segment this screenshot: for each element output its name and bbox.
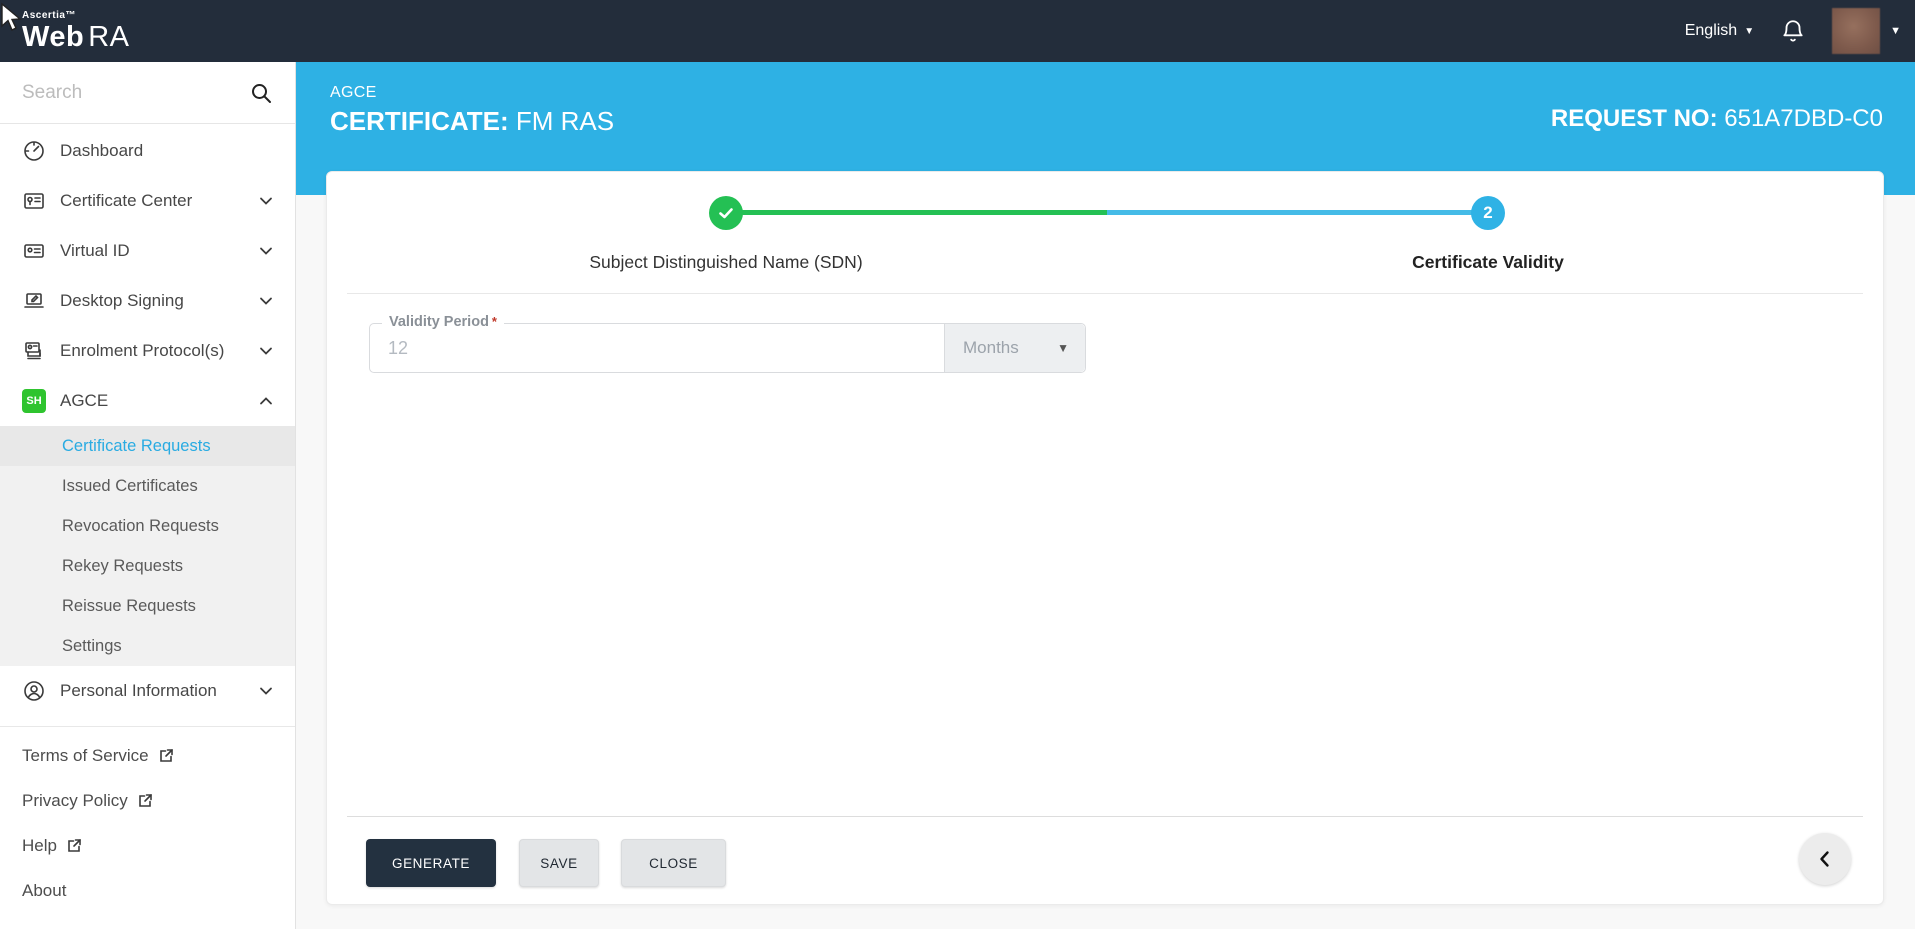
chevron-down-icon bbox=[260, 297, 272, 305]
generate-button[interactable]: GENERATE bbox=[366, 839, 496, 887]
check-icon bbox=[719, 208, 733, 219]
search-icon[interactable] bbox=[249, 81, 273, 105]
step-2-label: Certificate Validity bbox=[1412, 252, 1564, 272]
submenu-item-certificate-requests[interactable]: Certificate Requests bbox=[0, 426, 295, 466]
close-button[interactable]: CLOSE bbox=[621, 839, 726, 887]
request-number: REQUEST NO: 651A7DBD-C0 bbox=[1550, 105, 1883, 132]
page-title: CERTIFICATE: FM RAS bbox=[330, 106, 615, 136]
sidebar-search bbox=[0, 62, 295, 124]
virtual-id-icon bbox=[24, 244, 44, 258]
wizard-card: 2 Subject Distinguished Name (SDN) Certi… bbox=[326, 171, 1884, 905]
chevron-down-icon: ▼ bbox=[1890, 25, 1901, 37]
validity-period-field: Validity Period* Months ▼ bbox=[369, 314, 1086, 373]
sidebar-item-label: Virtual ID bbox=[60, 241, 130, 260]
validity-unit-value: Months bbox=[963, 338, 1019, 357]
stepper-connector-upcoming bbox=[1107, 210, 1488, 215]
dashboard-icon bbox=[24, 141, 44, 161]
main-content: AGCE CERTIFICATE: FM RAS REQUEST NO: 651… bbox=[296, 62, 1915, 929]
language-label: English bbox=[1684, 22, 1738, 39]
header-app-label: AGCE bbox=[330, 84, 377, 101]
sidebar-item-agce[interactable]: SH AGCE bbox=[0, 376, 295, 426]
chevron-down-icon bbox=[260, 197, 272, 205]
user-avatar[interactable] bbox=[1832, 8, 1881, 54]
sidebar-item-label: Personal Information bbox=[60, 681, 217, 700]
sidebar-divider bbox=[0, 726, 295, 727]
validity-period-label: Validity Period * bbox=[382, 314, 504, 330]
validity-period-input[interactable] bbox=[370, 324, 944, 372]
desktop-signing-icon bbox=[24, 293, 44, 308]
link-help[interactable]: Help bbox=[0, 823, 295, 868]
enrolment-protocols-icon bbox=[25, 342, 41, 360]
submenu-item-settings[interactable]: Settings bbox=[0, 626, 295, 666]
back-step-button[interactable] bbox=[1799, 833, 1851, 885]
sidebar-item-virtual-id[interactable]: Virtual ID bbox=[0, 226, 295, 276]
sidebar-item-enrolment-protocols[interactable]: Enrolment Protocol(s) bbox=[0, 326, 295, 376]
webra-app: Ascertia™ Web RA English ▼ ▼ Search Dash… bbox=[0, 0, 1915, 929]
sidebar-item-label: Enrolment Protocol(s) bbox=[60, 341, 225, 360]
user-menu[interactable]: ▼ bbox=[1832, 8, 1901, 54]
link-terms-of-service[interactable]: Terms of Service bbox=[0, 733, 295, 778]
sidebar-item-personal-information[interactable]: Personal Information bbox=[0, 666, 295, 716]
step-1-label: Subject Distinguished Name (SDN) bbox=[589, 252, 863, 272]
personal-information-icon bbox=[24, 681, 44, 701]
required-asterisk: * bbox=[491, 314, 497, 329]
chevron-down-icon bbox=[260, 247, 272, 255]
actions-divider bbox=[347, 816, 1863, 817]
top-bar: Ascertia™ Web RA English ▼ ▼ bbox=[0, 0, 1915, 62]
sidebar-item-label: AGCE bbox=[60, 391, 109, 410]
actions-bar: GENERATE SAVE CLOSE bbox=[366, 839, 726, 887]
chevron-down-icon: ▼ bbox=[1744, 25, 1755, 37]
chevron-down-icon bbox=[260, 687, 272, 695]
webra-logo[interactable]: Ascertia™ Web RA bbox=[22, 9, 130, 53]
chevron-up-icon bbox=[260, 397, 272, 405]
step-2-indicator[interactable]: 2 bbox=[1471, 196, 1505, 230]
webra-brand: Web RA bbox=[22, 20, 130, 53]
sidebar: Dashboard Certificate Center Virtual ID bbox=[0, 62, 296, 929]
external-link-icon bbox=[68, 839, 81, 852]
chevron-left-icon bbox=[1820, 851, 1829, 867]
submenu-item-issued-certificates[interactable]: Issued Certificates bbox=[0, 466, 295, 506]
mouse-cursor-icon bbox=[1, 2, 22, 31]
save-button[interactable]: SAVE bbox=[519, 839, 599, 887]
sidebar-item-desktop-signing[interactable]: Desktop Signing bbox=[0, 276, 295, 326]
notification-bell-icon[interactable] bbox=[1780, 18, 1806, 44]
validity-unit-dropdown[interactable]: Months ▼ bbox=[944, 324, 1085, 372]
certificate-center-icon bbox=[24, 193, 44, 209]
external-link-icon bbox=[159, 749, 173, 762]
chevron-down-icon bbox=[260, 347, 272, 355]
stepper-connector-complete bbox=[726, 210, 1107, 215]
dropdown-caret-icon: ▼ bbox=[1057, 341, 1069, 355]
submenu-item-revocation-requests[interactable]: Revocation Requests bbox=[0, 506, 295, 546]
sidebar-item-label: Dashboard bbox=[60, 141, 144, 160]
link-about[interactable]: About bbox=[0, 868, 295, 913]
stepper-divider bbox=[347, 293, 1863, 294]
agce-submenu: Certificate Requests Issued Certificates… bbox=[0, 426, 295, 666]
sidebar-item-dashboard[interactable]: Dashboard bbox=[0, 126, 295, 176]
external-link-icon bbox=[139, 794, 152, 807]
agce-sh-badge: SH bbox=[22, 389, 46, 413]
ascertia-brand: Ascertia™ bbox=[22, 9, 76, 21]
sidebar-item-label: Desktop Signing bbox=[60, 291, 184, 310]
sidebar-item-label: Certificate Center bbox=[60, 191, 193, 210]
language-selector[interactable]: English ▼ bbox=[1685, 22, 1754, 40]
sidebar-item-certificate-center[interactable]: Certificate Center bbox=[0, 176, 295, 226]
submenu-item-rekey-requests[interactable]: Rekey Requests bbox=[0, 546, 295, 586]
step-1-indicator[interactable] bbox=[709, 196, 743, 230]
submenu-item-reissue-requests[interactable]: Reissue Requests bbox=[0, 586, 295, 626]
link-privacy-policy[interactable]: Privacy Policy bbox=[0, 778, 295, 823]
